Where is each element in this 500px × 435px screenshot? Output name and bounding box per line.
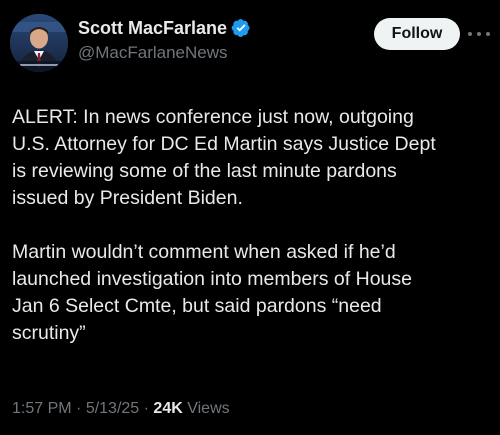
more-dot (477, 32, 481, 36)
more-horizontal-icon[interactable] (468, 24, 490, 44)
more-dot (468, 32, 472, 36)
tweet-time[interactable]: 1:57 PM (12, 400, 72, 417)
tweet-card: Scott MacFarlane @MacFarlaneNews Follow … (0, 0, 500, 435)
user-handle[interactable]: @MacFarlaneNews (78, 43, 251, 63)
follow-button[interactable]: Follow (374, 18, 460, 50)
tweet-text: ALERT: In news conference just now, outg… (12, 104, 492, 347)
display-name[interactable]: Scott MacFarlane (78, 18, 227, 39)
avatar-image (10, 14, 68, 72)
views-count[interactable]: 24K (153, 400, 182, 417)
tweet-paragraph: Martin wouldn’t comment when asked if he… (12, 241, 412, 344)
author-identity[interactable]: Scott MacFarlane @MacFarlaneNews (78, 16, 251, 63)
tweet-paragraph: ALERT: In news conference just now, outg… (12, 106, 436, 209)
tweet-metadata: 1:57 PM · 5/13/25 · 24K Views (12, 400, 230, 418)
views-label: Views (182, 400, 230, 417)
verified-badge-icon[interactable] (231, 18, 251, 38)
more-dot (486, 32, 490, 36)
tweet-header: Scott MacFarlane @MacFarlaneNews Follow (10, 10, 492, 72)
name-row: Scott MacFarlane (78, 16, 251, 40)
avatar[interactable] (10, 14, 68, 72)
tweet-date[interactable]: 5/13/25 (86, 400, 139, 417)
meta-separator: · (71, 400, 86, 417)
meta-separator: · (139, 400, 154, 417)
